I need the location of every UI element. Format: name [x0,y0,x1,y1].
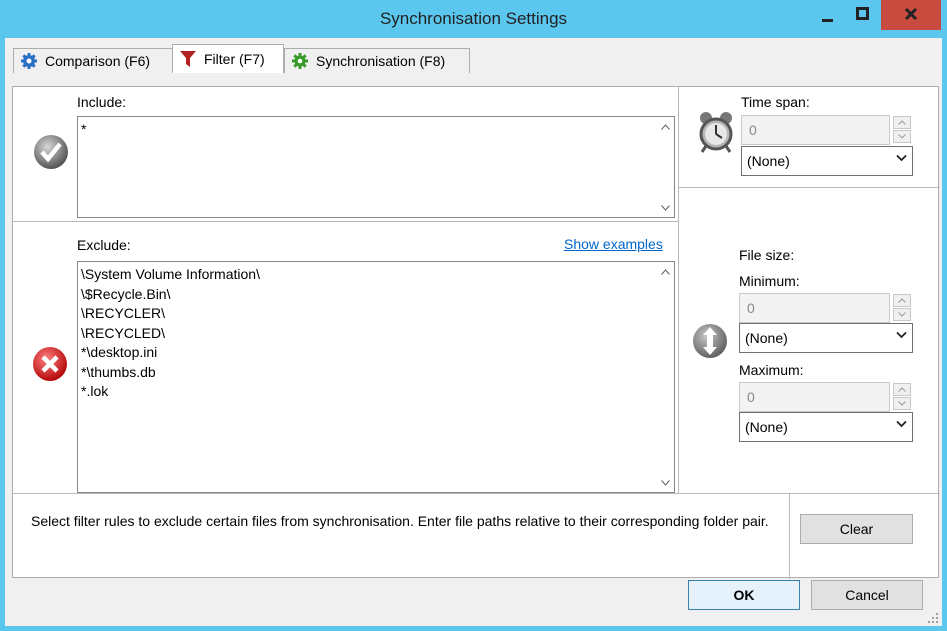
clear-button[interactable]: Clear [800,514,913,544]
dialog-frame: Comparison (F6) Filter (F7) Synchronisat… [5,38,942,626]
maximum-size-unit-value: (None) [745,419,788,435]
minimum-size-unit-value: (None) [745,330,788,346]
spin-up-icon[interactable] [893,116,911,129]
spin-down-icon[interactable] [893,308,911,321]
minimize-button[interactable] [811,0,844,30]
time-span-unit-value: (None) [747,153,790,169]
scroll-up-icon[interactable] [658,118,673,135]
chevron-down-icon [896,154,907,162]
checkmark-icon [34,135,68,169]
maximize-icon [856,7,869,20]
tab-filter-label: Filter (F7) [204,51,265,67]
maximum-size-input[interactable]: 0 [739,382,890,412]
exclude-scrollbar[interactable] [657,262,674,492]
spin-up-icon[interactable] [893,383,911,396]
divider [13,221,678,222]
maximum-size-spinner[interactable] [892,382,912,412]
spin-down-icon[interactable] [893,397,911,410]
title-bar: Synchronisation Settings [0,0,947,38]
minimum-size-unit-select[interactable]: (None) [739,323,913,353]
time-span-spinner[interactable] [892,115,912,145]
file-size-label: File size: [739,247,795,263]
gear-icon [291,52,309,70]
divider [678,87,679,493]
show-examples-link[interactable]: Show examples [564,236,663,252]
include-label: Include: [77,94,127,110]
error-icon [33,347,67,381]
maximum-label: Maximum: [739,362,804,378]
minimum-label: Minimum: [739,273,800,289]
time-span-unit-select[interactable]: (None) [741,146,913,176]
scroll-up-icon[interactable] [658,263,673,280]
exclude-textarea[interactable]: \System Volume Information\ \$Recycle.Bi… [77,261,675,493]
scroll-down-icon[interactable] [658,474,673,491]
window-title: Synchronisation Settings [379,9,568,28]
spin-up-icon[interactable] [893,294,911,307]
chevron-down-icon [896,420,907,428]
divider [13,493,940,494]
tab-comparison-label: Comparison (F6) [45,53,151,69]
scroll-down-icon[interactable] [658,199,673,216]
maximum-size-unit-select[interactable]: (None) [739,412,913,442]
exclude-label: Exclude: [77,237,131,253]
file-size-arrows-icon [693,324,727,358]
time-span-label: Time span: [741,94,810,110]
tab-comparison[interactable]: Comparison (F6) [13,48,173,73]
include-text: * [81,121,87,137]
alarm-clock-icon [699,112,733,153]
time-span-input[interactable]: 0 [741,115,890,145]
include-scrollbar[interactable] [657,117,674,217]
close-button[interactable] [881,0,941,30]
resize-grip-icon[interactable] [927,612,939,624]
close-icon [904,7,918,21]
filter-panel: Include: * Exclude: Show examples \Syste… [12,86,940,579]
minimum-size-spinner[interactable] [892,293,912,323]
minimize-icon [822,19,833,22]
tab-synchronisation[interactable]: Synchronisation (F8) [284,48,470,73]
tab-synchronisation-label: Synchronisation (F8) [316,53,446,69]
spin-down-icon[interactable] [893,130,911,143]
maximize-button[interactable] [846,0,879,30]
tab-filter[interactable]: Filter (F7) [172,44,284,73]
help-text: Select filter rules to exclude certain f… [31,513,769,529]
minimum-size-input[interactable]: 0 [739,293,890,323]
chevron-down-icon [896,331,907,339]
divider [789,493,790,579]
include-textarea[interactable]: * [77,116,675,218]
gear-icon [20,52,38,70]
divider [678,187,940,188]
ok-button[interactable]: OK [688,580,800,610]
cancel-button[interactable]: Cancel [811,580,923,610]
filter-icon [179,50,197,68]
exclude-text: \System Volume Information\ \$Recycle.Bi… [81,266,260,399]
